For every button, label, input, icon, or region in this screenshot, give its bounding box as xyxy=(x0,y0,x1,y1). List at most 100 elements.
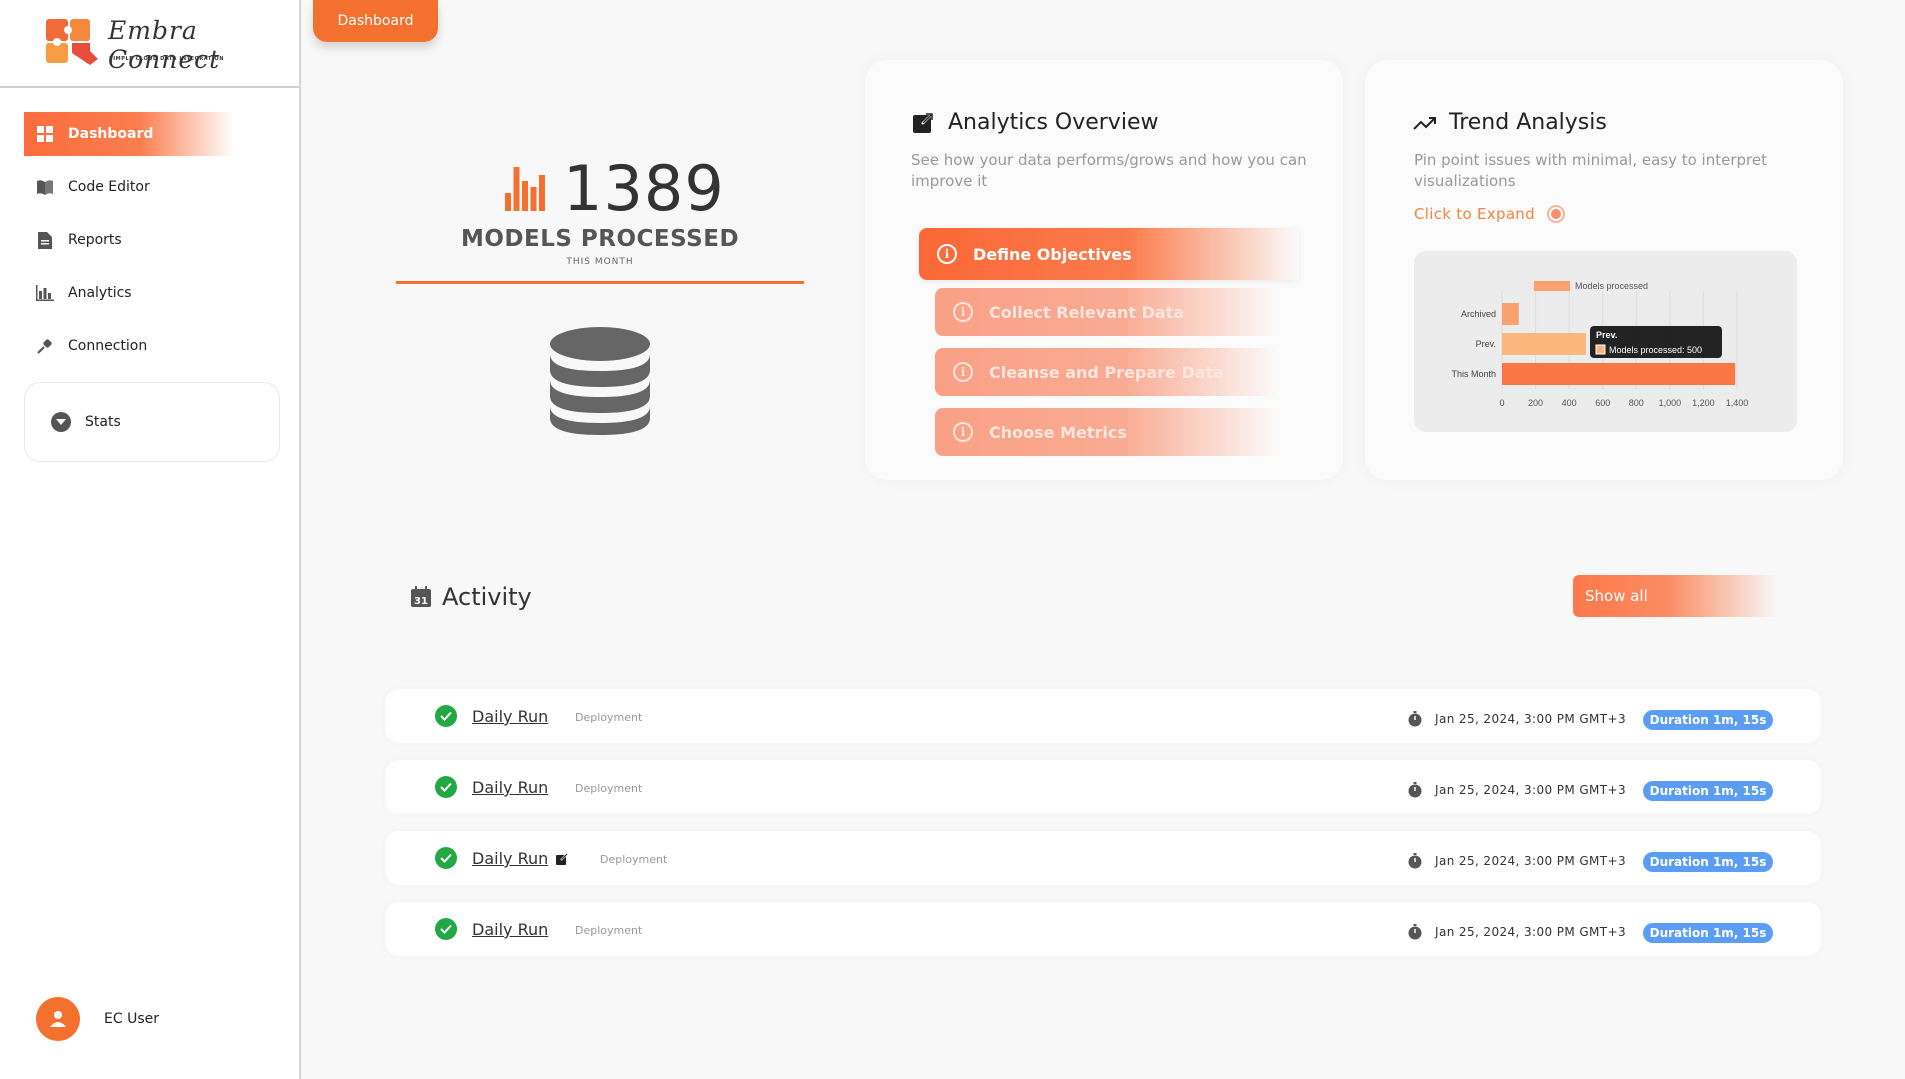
x-tick-label: 200 xyxy=(1528,398,1543,408)
run-link[interactable]: Daily Run xyxy=(472,707,548,726)
sidebar-item-connection[interactable]: Connection xyxy=(24,324,280,368)
step-choose-metrics[interactable]: i Choose Metrics xyxy=(935,408,1280,456)
x-tick-label: 1,000 xyxy=(1659,398,1682,408)
info-icon: i xyxy=(937,244,957,264)
sidebar-item-label: Connection xyxy=(68,338,148,354)
chart-bar xyxy=(1502,333,1586,355)
tab-dashboard[interactable]: Dashboard xyxy=(313,0,438,42)
check-circle-icon xyxy=(435,847,457,869)
run-tag: Deployment xyxy=(575,924,643,937)
analytics-description: See how your data performs/grows and how… xyxy=(911,151,1307,190)
external-link-icon xyxy=(913,111,934,133)
step-label: Define Objectives xyxy=(973,244,1132,264)
step-cleanse-data[interactable]: i Cleanse and Prepare Data xyxy=(935,348,1280,396)
duration-badge: Duration 1m, 15s xyxy=(1643,923,1773,943)
legend-swatch xyxy=(1534,281,1570,291)
brand-tagline: SIMPLE CLOUD DATA INTEGRATION xyxy=(109,56,224,62)
tooltip-swatch xyxy=(1595,344,1606,355)
stat-subtitle: THIS MONTH xyxy=(566,257,634,267)
sidebar-item-dashboard[interactable]: Dashboard xyxy=(24,112,234,156)
run-date: Jan 25, 2024, 3:00 PM GMT+3 xyxy=(1435,854,1627,868)
y-tick-label: This Month xyxy=(1451,369,1496,379)
activity-title: 31 Activity xyxy=(410,583,532,611)
run-tag: Deployment xyxy=(575,711,643,724)
sidebar-item-label: Reports xyxy=(68,232,122,248)
trending-up-icon xyxy=(1413,116,1436,130)
activity-title-text: Activity xyxy=(442,583,532,611)
activity-row[interactable]: Daily Run Deployment Jan 25, 2024, 3:00 … xyxy=(385,902,1821,956)
trend-chart[interactable]: 0 200 400 600 800 1,000 1,200 1,400 Models proce… xyxy=(1414,251,1797,432)
calendar-day: 31 xyxy=(414,596,428,607)
sidebar-nav: Dashboard Code Editor Reports Analytics … xyxy=(24,112,280,462)
avatar xyxy=(36,997,80,1041)
run-tag: Deployment xyxy=(600,853,668,866)
sidebar-item-reports[interactable]: Reports xyxy=(24,218,280,262)
run-tag: Deployment xyxy=(575,782,643,795)
user-name: EC User xyxy=(104,1011,159,1027)
run-date: Jan 25, 2024, 3:00 PM GMT+3 xyxy=(1435,783,1627,797)
trend-title-text: Trend Analysis xyxy=(1449,110,1607,135)
activity-row[interactable]: Daily Run Deployment Jan 25, 2024, 3:00 … xyxy=(385,689,1821,743)
chevron-down-circle-icon xyxy=(51,412,71,432)
models-count: 1389 xyxy=(505,152,725,225)
info-icon: i xyxy=(953,302,973,322)
info-icon: i xyxy=(953,362,973,382)
x-tick-label: 400 xyxy=(1562,398,1577,408)
x-tick-label: 0 xyxy=(1499,398,1504,408)
y-tick-label: Prev. xyxy=(1476,339,1496,349)
x-tick-label: 600 xyxy=(1595,398,1610,408)
x-tick-label: 1,400 xyxy=(1726,398,1749,408)
run-link[interactable]: Daily Run xyxy=(472,920,548,939)
tooltip-title: Prev. xyxy=(1596,330,1617,340)
puzzle-logo-icon xyxy=(46,19,98,65)
edit-icon[interactable] xyxy=(556,853,568,865)
sidebar-item-code-editor[interactable]: Code Editor xyxy=(24,165,280,209)
run-date: Jan 25, 2024, 3:00 PM GMT+3 xyxy=(1435,712,1627,726)
document-icon xyxy=(36,231,54,249)
step-define-objectives[interactable]: i Define Objectives xyxy=(919,228,1299,280)
check-circle-icon xyxy=(435,776,457,798)
run-date: Jan 25, 2024, 3:00 PM GMT+3 xyxy=(1435,925,1627,939)
stat-title: MODELS PROCESSED xyxy=(460,226,740,252)
analytics-title-text: Analytics Overview xyxy=(948,110,1159,135)
duration-badge: Duration 1m, 15s xyxy=(1643,781,1773,801)
analytics-title: Analytics Overview xyxy=(912,110,1158,135)
plug-icon xyxy=(36,337,54,355)
stopwatch-icon xyxy=(1408,711,1422,727)
user-profile[interactable]: EC User xyxy=(36,997,159,1041)
stopwatch-icon xyxy=(1408,924,1422,940)
trend-chart-svg: 0 200 400 600 800 1,000 1,200 1,400 Models proce… xyxy=(1451,281,1749,408)
bar-chart-icon xyxy=(36,284,54,302)
check-circle-icon xyxy=(435,705,457,727)
activity-row[interactable]: Daily Run Deployment Jan 25, 2024, 3:00 … xyxy=(385,831,1821,885)
sidebar-item-analytics[interactable]: Analytics xyxy=(24,271,280,315)
stopwatch-icon xyxy=(1408,782,1422,798)
tooltip-text: Models processed: 500 xyxy=(1609,345,1702,355)
expand-label: Click to Expand xyxy=(1414,205,1535,223)
book-icon xyxy=(36,178,54,196)
activity-row[interactable]: Daily Run Deployment Jan 25, 2024, 3:00 … xyxy=(385,760,1821,814)
sidebar-item-label: Code Editor xyxy=(68,179,150,195)
info-icon: i xyxy=(953,422,973,442)
stats-label: Stats xyxy=(85,414,121,430)
calendar-icon: 31 xyxy=(411,586,431,607)
stats-dropdown[interactable]: Stats xyxy=(24,382,280,462)
logo-area: Embra Connect SIMPLE CLOUD DATA INTEGRAT… xyxy=(0,0,299,88)
run-link[interactable]: Daily Run xyxy=(472,849,548,868)
step-label: Collect Relevant Data xyxy=(989,302,1185,322)
duration-badge: Duration 1m, 15s xyxy=(1643,710,1773,730)
y-tick-label: Archived xyxy=(1461,309,1496,319)
stopwatch-icon xyxy=(1408,853,1422,869)
legend-label: Models processed xyxy=(1575,281,1648,291)
bar-chart-icon xyxy=(505,166,545,211)
models-count-value: 1389 xyxy=(563,152,725,225)
trend-title: Trend Analysis xyxy=(1413,110,1607,135)
radio-dot-icon xyxy=(1546,205,1565,223)
x-tick-label: 1,200 xyxy=(1692,398,1715,408)
step-collect-data[interactable]: i Collect Relevant Data xyxy=(935,288,1280,336)
trend-description: Pin point issues with minimal, easy to i… xyxy=(1414,151,1767,190)
expand-link[interactable]: Click to Expand xyxy=(1414,205,1565,223)
show-all-button[interactable]: Show all xyxy=(1573,575,1778,617)
sidebar-item-label: Analytics xyxy=(68,285,132,301)
run-link[interactable]: Daily Run xyxy=(472,778,548,797)
